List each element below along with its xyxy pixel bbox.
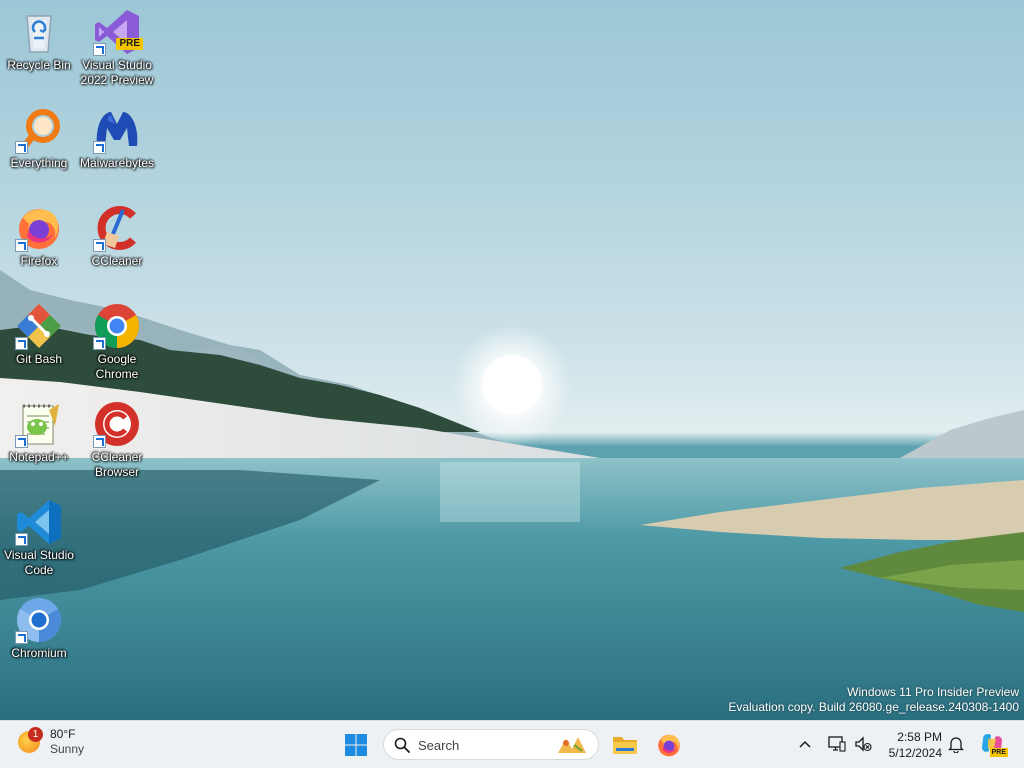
clock-time: 2:58 PM	[897, 730, 942, 744]
malwarebytes-icon	[93, 106, 141, 154]
shortcut-arrow-icon	[15, 435, 28, 448]
preview-badge: PRE	[116, 38, 143, 50]
search-icon	[394, 737, 410, 753]
shortcut-arrow-icon	[93, 43, 106, 56]
desktop-icon-label: Malwarebytes	[79, 156, 155, 170]
windows-watermark: Windows 11 Pro Insider Preview Evaluatio…	[728, 685, 1019, 715]
watermark-build: Evaluation copy. Build 26080.ge_release.…	[728, 700, 1019, 714]
desktop-icon-label: Chromium	[11, 646, 67, 660]
watermark-edition: Windows 11 Pro Insider Preview	[847, 685, 1019, 699]
search-highlight-art-icon	[558, 737, 586, 753]
desktop-icon-label: Visual Studio Code	[4, 548, 74, 577]
notifications-button[interactable]	[944, 731, 968, 757]
shortcut-arrow-icon	[93, 435, 106, 448]
ccleaner-browser-icon	[93, 400, 141, 448]
desktop-icon-label: Notepad++	[9, 450, 69, 464]
copilot-button[interactable]: PRE	[978, 731, 1008, 757]
volume-tray-button[interactable]	[851, 731, 875, 757]
desktop-icon-label: Visual Studio 2022 Preview	[80, 58, 154, 87]
desktop-icon-label: Git Bash	[15, 352, 63, 366]
desktop-icon-firefox[interactable]: Firefox	[1, 204, 77, 269]
start-button[interactable]	[340, 729, 372, 761]
firefox-icon	[658, 734, 680, 757]
desktop-wallpaper[interactable]: Recycle Bin PRE Visual Studio 2022 Previ…	[0, 0, 1024, 720]
speaker-muted-icon	[855, 736, 872, 752]
network-icon	[828, 736, 846, 752]
chromium-icon	[15, 596, 63, 644]
desktop-icon-visual-studio-2022-preview[interactable]: PRE Visual Studio 2022 Preview	[79, 8, 155, 88]
shortcut-arrow-icon	[93, 239, 106, 252]
taskbar-search-box[interactable]: Search	[383, 729, 599, 760]
desktop-icon-everything[interactable]: Everything	[1, 106, 77, 171]
google-chrome-icon	[93, 302, 141, 350]
desktop-icon-label: Recycle Bin	[7, 58, 71, 72]
visual-studio-code-icon	[15, 498, 63, 546]
shortcut-arrow-icon	[15, 141, 28, 154]
everything-icon	[15, 106, 63, 154]
desktop-icon-label: CCleaner Browser	[91, 450, 143, 479]
desktop-icon-label: Google Chrome	[95, 352, 139, 381]
visual-studio-2022-preview-icon: PRE	[93, 8, 143, 56]
desktop-icon-label: Firefox	[20, 254, 58, 268]
desktop-icon-ccleaner-browser[interactable]: CCleaner Browser	[79, 400, 155, 480]
recycle-bin-icon	[15, 8, 63, 56]
taskbar: 1 80°F Sunny Search 2:58 PM 5/12/2024 PR…	[0, 720, 1024, 768]
windows-logo-icon	[345, 734, 367, 756]
taskbar-clock[interactable]: 2:58 PM 5/12/2024	[880, 729, 942, 761]
bell-icon	[948, 737, 964, 753]
desktop-icon-label: CCleaner	[91, 254, 143, 268]
desktop-icon-malwarebytes[interactable]: Malwarebytes	[79, 106, 155, 171]
file-explorer-icon	[613, 737, 637, 754]
network-tray-button[interactable]	[825, 731, 849, 757]
taskbar-file-explorer[interactable]	[609, 729, 641, 761]
chevron-up-icon	[799, 740, 811, 748]
shortcut-arrow-icon	[15, 239, 28, 252]
shortcut-arrow-icon	[93, 141, 106, 154]
desktop-icon-visual-studio-code[interactable]: Visual Studio Code	[1, 498, 77, 578]
taskbar-firefox[interactable]	[653, 729, 685, 761]
desktop-icon-ccleaner[interactable]: CCleaner	[79, 204, 155, 269]
shortcut-arrow-icon	[93, 337, 106, 350]
search-placeholder: Search	[418, 738, 460, 753]
firefox-icon	[15, 204, 63, 252]
desktop-icon-google-chrome[interactable]: Google Chrome	[79, 302, 155, 382]
weather-temperature: 80°F	[50, 727, 76, 741]
sunny-weather-icon: 1	[18, 727, 43, 753]
ccleaner-icon	[93, 204, 141, 252]
notification-badge: 1	[28, 727, 43, 742]
shortcut-arrow-icon	[15, 337, 28, 350]
clock-date: 5/12/2024	[888, 746, 942, 760]
desktop-icon-git-bash[interactable]: Git Bash	[1, 302, 77, 367]
weather-widget[interactable]: 1 80°F Sunny	[18, 727, 84, 757]
desktop-icon-label: Everything	[10, 156, 68, 170]
weather-condition: Sunny	[50, 742, 85, 756]
notepad-plus-plus-icon	[15, 400, 63, 448]
desktop-icon-chromium[interactable]: Chromium	[1, 596, 77, 661]
git-bash-icon	[15, 302, 63, 350]
shortcut-arrow-icon	[15, 533, 28, 546]
desktop-icon-recycle-bin[interactable]: Recycle Bin	[1, 8, 77, 73]
shortcut-arrow-icon	[15, 631, 28, 644]
desktop-icon-notepad-plus-plus[interactable]: Notepad++	[1, 400, 77, 465]
copilot-preview-badge: PRE	[989, 748, 1008, 757]
show-hidden-icons-button[interactable]	[793, 731, 817, 757]
